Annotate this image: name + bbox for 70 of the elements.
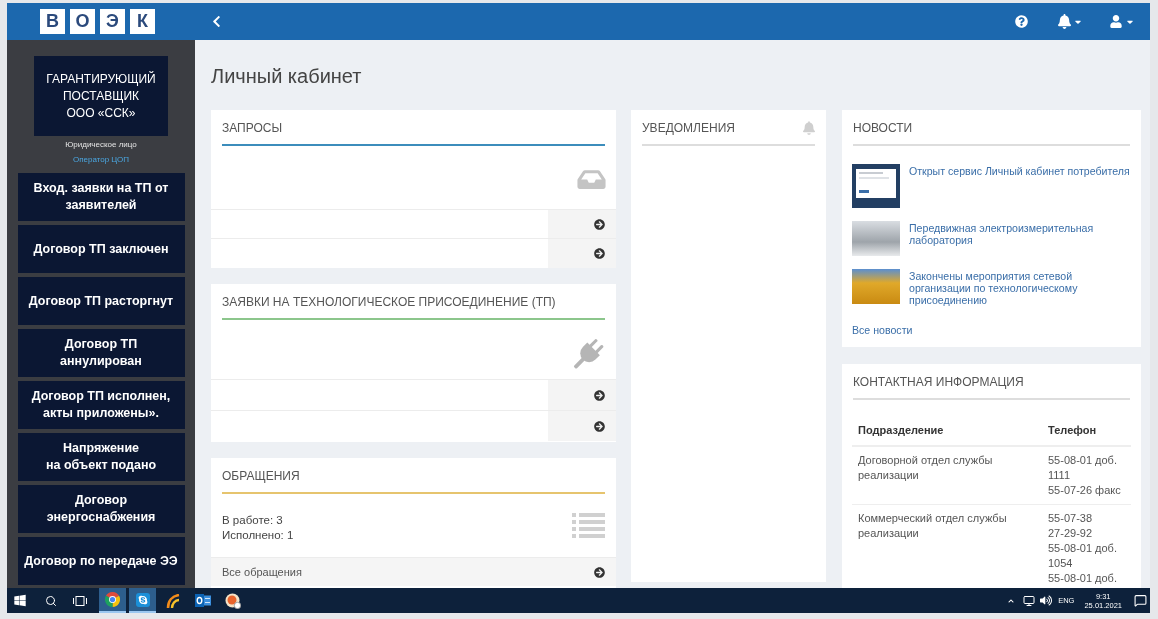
- sidebar-menu-item[interactable]: Договор ТП заключен: [17, 225, 185, 273]
- messenger-icon: [135, 592, 150, 607]
- sidebar-menu-item[interactable]: Напряжение на объект подано: [17, 433, 185, 481]
- sidebar-menu-item[interactable]: Договор энергоснабжения: [17, 485, 185, 533]
- organization-name: ГАРАНТИРУЮЩИЙ ПОСТАВЩИК ООО «ССК»: [34, 56, 168, 136]
- notification-icon: [1134, 594, 1147, 607]
- mail-icon: [194, 594, 211, 607]
- window-grid-icon: [14, 594, 26, 607]
- inbox-icon: [577, 167, 606, 192]
- card-title: ЗАПРОСЫ: [222, 120, 283, 136]
- volume-icon: [1040, 595, 1053, 606]
- news-link[interactable]: Передвижная электроизмерительная лаборатория: [909, 222, 1135, 246]
- phone-number: 55-08-01 доб. 1054: [1048, 541, 1118, 571]
- phone-number: 55-07-26 факс: [1048, 483, 1122, 498]
- news-link[interactable]: Открыт сервис Личный кабинет потребителя: [909, 165, 1130, 177]
- photo-placeholder: [852, 269, 900, 304]
- all-appeals-link[interactable]: Все обращения: [222, 565, 302, 579]
- sidebar-menu-item[interactable]: Вход. заявки на ТП от заявителей: [17, 173, 185, 221]
- column-header: Телефон: [1048, 423, 1098, 438]
- sidebar-menu-item[interactable]: Договор ТП исполнен, акты приложены».: [17, 381, 185, 429]
- appeal-count: Исполнено: 1: [222, 528, 294, 543]
- help-icon: [1015, 15, 1028, 28]
- task-view-icon: [73, 595, 87, 606]
- column-header: Подразделение: [857, 423, 945, 438]
- round-app-icon: [224, 592, 241, 609]
- open-button[interactable]: [548, 239, 616, 268]
- user-menu-button[interactable]: [1110, 15, 1133, 28]
- account-type: Юридическое лицо: [65, 139, 137, 151]
- logo-letter: В: [40, 9, 65, 34]
- appeal-count: В работе: 3: [222, 513, 284, 528]
- phone-number: 55-07-38: [1048, 511, 1094, 526]
- open-button[interactable]: [548, 380, 616, 410]
- card-title: УВЕДОМЛЕНИЯ: [642, 120, 735, 136]
- sidebar-menu-item[interactable]: Договор по передаче ЭЭ: [17, 537, 185, 585]
- logo-letter: Э: [100, 9, 125, 34]
- bell-icon: [1058, 14, 1071, 29]
- card-title: ЗАЯВКИ НА ТЕХНОЛОГИЧЕСКОЕ ПРИСОЕДИНЕНИЕ (ТП): [222, 294, 556, 310]
- list-icon: [572, 513, 605, 538]
- bell-icon: [803, 121, 815, 135]
- logo-letter: О: [70, 9, 95, 34]
- swirl-icon: [165, 593, 180, 608]
- browser-icon: [105, 592, 120, 607]
- table-cell: Коммерческий отдел службы реализации: [858, 511, 1008, 541]
- phone-number: 27-29-92: [1048, 526, 1094, 541]
- network-icon: [1023, 594, 1036, 607]
- photo-placeholder: [852, 221, 900, 256]
- phone-number: 55-08-01 доб.: [1048, 571, 1118, 586]
- search-icon: [45, 594, 57, 607]
- open-button[interactable]: [548, 411, 616, 441]
- phone-number: 55-08-01 доб. 1111: [1048, 453, 1118, 483]
- open-button[interactable]: [548, 209, 616, 239]
- card-title: КОНТАКТНАЯ ИНФОРМАЦИЯ: [853, 374, 1024, 390]
- taskbar-app-button[interactable]: [129, 588, 156, 613]
- card-title: ОБРАЩЕНИЯ: [222, 468, 300, 484]
- sidebar-menu-item[interactable]: Договор ТП аннулирован: [17, 329, 185, 377]
- logo-letter: К: [130, 9, 155, 34]
- help-button[interactable]: [1015, 15, 1028, 28]
- collapse-button[interactable]: [212, 15, 221, 28]
- sidebar-menu-item[interactable]: Договор ТП расторгнут: [17, 277, 185, 325]
- chevron-left-icon: [212, 15, 221, 28]
- chevron-up-icon: [1007, 597, 1016, 604]
- page-title: Личный кабинет: [211, 64, 363, 89]
- all-news-link[interactable]: Все новости: [852, 324, 913, 336]
- news-link[interactable]: Закончены мероприятия сетевой организации по технологическому присоединению: [909, 270, 1135, 306]
- website-preview-drawing: [852, 164, 900, 208]
- notifications-button[interactable]: [1058, 14, 1081, 29]
- role-label: Оператор ЦОП: [72, 154, 130, 166]
- table-cell-text: Договорной отдел службы реализации: [858, 453, 994, 483]
- user-icon: [1110, 15, 1122, 28]
- card-title: НОВОСТИ: [853, 120, 913, 136]
